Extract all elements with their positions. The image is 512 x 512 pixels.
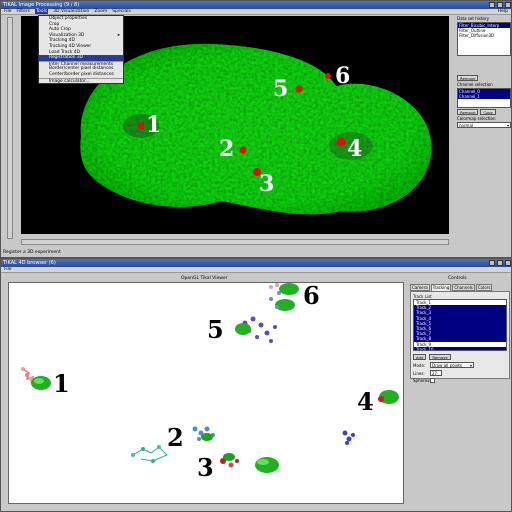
spot-6 <box>325 73 331 79</box>
viewer-heading: OpenGL Tikal Viewer <box>181 276 228 281</box>
history-label: Data set history <box>457 16 489 21</box>
controls-tabs: Camera Tracking Channels Colors <box>410 284 510 291</box>
track-label-2: 2 <box>167 423 184 452</box>
channel-list[interactable]: Channel_0 Channel_1 <box>457 88 511 108</box>
channel-label: Channel selection <box>457 82 493 87</box>
mode-row: Mode: Draw all points <box>413 362 507 368</box>
browser-menu-file[interactable]: File <box>4 267 12 272</box>
lines-label: Lines: <box>413 370 425 376</box>
track-label-1: 1 <box>53 369 70 398</box>
spot-label-2: 2 <box>219 136 235 162</box>
spot-label-6: 6 <box>335 63 351 89</box>
channel-remove-button[interactable]: Remove <box>457 109 479 115</box>
tab-colors[interactable]: Colors <box>475 284 493 291</box>
image-window-titlebar[interactable]: TIKAL Image Processing (9 / 8) <box>1 1 511 9</box>
spot-4 <box>336 137 346 147</box>
track-label-4: 4 <box>357 387 374 416</box>
browser-window-titlebar[interactable]: TIKAL 4D browser (6) <box>1 259 511 267</box>
track-3-cluster <box>220 453 279 473</box>
spot-label-4: 4 <box>347 136 363 162</box>
track-6-cluster <box>269 283 299 295</box>
spot-2 <box>239 146 247 154</box>
image-window-title: TIKAL Image Processing (9 / 8) <box>3 2 80 8</box>
image-vertical-scrollbar[interactable] <box>7 17 13 239</box>
opengl-viewer[interactable]: 1 2 3 4 5 6 <box>8 282 404 504</box>
history-remove-button[interactable]: Remove <box>457 75 479 81</box>
tab-tracking[interactable]: Tracking <box>430 284 452 291</box>
image-horizontal-scrollbar[interactable] <box>21 239 449 245</box>
spot-label-5: 5 <box>273 76 289 102</box>
lines-row: Lines: 27 <box>413 370 507 376</box>
track-add-button[interactable]: Add <box>413 354 427 360</box>
menu-specials[interactable]: Specials <box>112 9 131 14</box>
spot-1 <box>137 122 145 130</box>
menu-tools[interactable]: Tools <box>35 9 49 14</box>
controls-panel: Camera Tracking Channels Colors Track List … <box>410 282 510 504</box>
spot-label-3: 3 <box>259 171 275 197</box>
browser-maximize-button[interactable] <box>497 260 503 266</box>
track-list-item[interactable]: Track_10 <box>414 346 506 350</box>
history-list[interactable]: Filter_Bicubic_Interp Filter_Outline Fil… <box>457 22 511 56</box>
track-label-3: 3 <box>197 453 214 482</box>
status-text: Register a 3D experiment <box>3 250 61 255</box>
history-item[interactable]: Filter_Diffusion3D <box>458 33 510 38</box>
colormap-select[interactable]: normal <box>457 122 511 128</box>
colormap-label: Colormap selection <box>457 116 496 121</box>
data-panel: Data set history Filter_Bicubic_Interp F… <box>457 15 511 241</box>
menu-3d-visualization[interactable]: 3D Visualization <box>53 9 89 14</box>
tab-channels[interactable]: Channels <box>452 284 475 291</box>
spot-label-1: 1 <box>146 112 162 138</box>
controls-heading: Controls <box>448 276 467 281</box>
track-label-6: 6 <box>303 282 320 310</box>
menu-filters[interactable]: Filters <box>17 9 31 14</box>
tools-dropdown-menu: Object properties Crop Auto Crop Visualizat… <box>38 15 124 85</box>
spot-5 <box>295 85 303 93</box>
minimize-button[interactable] <box>489 2 495 8</box>
channel-item[interactable]: Channel_1 <box>458 94 510 99</box>
track-label-5: 5 <box>207 315 224 344</box>
browser-close-button[interactable] <box>505 260 511 266</box>
menu-file[interactable]: File <box>4 9 12 14</box>
track-1-cluster <box>21 367 51 390</box>
track-buttons-row: Add Remove <box>413 353 507 360</box>
submenu-arrow-icon: ▸ <box>117 32 120 38</box>
menu-zoom[interactable]: Zoom <box>94 9 107 14</box>
tools-menu-item[interactable]: Image calculator... <box>39 77 123 84</box>
mode-select[interactable]: Draw all points <box>430 362 474 368</box>
browser-minimize-button[interactable] <box>489 260 495 266</box>
tab-camera[interactable]: Camera <box>410 284 430 291</box>
channel-copy-button[interactable]: Copy <box>480 109 497 115</box>
tools-menu-item[interactable]: Center/border pixel distances <box>39 72 123 78</box>
track-remove-button[interactable]: Remove <box>429 354 451 360</box>
spheres-checkbox[interactable] <box>430 378 435 383</box>
maximize-button[interactable] <box>497 2 503 8</box>
mode-label: Mode: <box>413 362 426 368</box>
track-list[interactable]: Track_1 Track_2 Track_3 Track_4 Track_5 Track… <box>413 299 507 351</box>
lines-field[interactable]: 27 <box>430 370 442 376</box>
close-button[interactable] <box>505 2 511 8</box>
track-5-cluster <box>235 291 295 343</box>
tracking-tab-panel: Track List Track_1 Track_2 Track_3 Track_4 T… <box>410 291 510 383</box>
spheres-label: Spheres: <box>413 378 431 383</box>
browser-menubar: File <box>1 267 511 273</box>
spheres-row: Spheres: <box>413 378 507 383</box>
browser-window-title: TIKAL 4D browser (6) <box>3 260 56 266</box>
